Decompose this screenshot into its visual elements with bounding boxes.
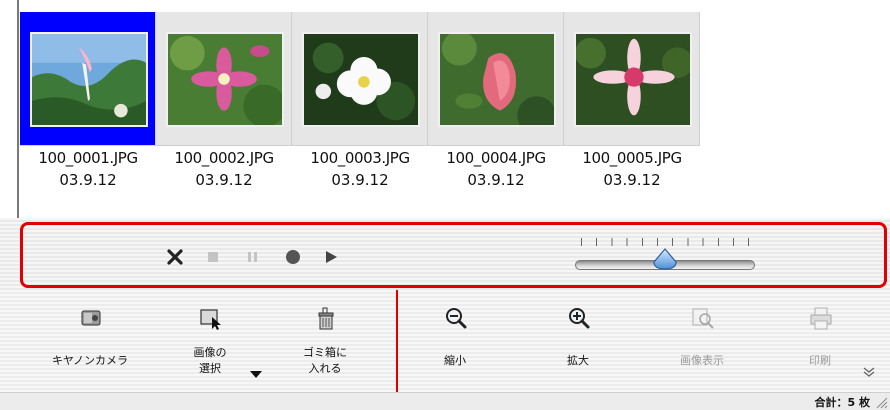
thumbnail-filename: 100_0003.JPG [310,149,410,167]
trash-button[interactable]: ゴミ箱に 入れる [275,295,375,387]
trash-icon [318,307,334,330]
print-label: 印刷 [809,354,831,367]
view-image-button[interactable]: 画像表示 [652,295,752,387]
thumbnail-item[interactable]: 100_0002.JPG 03.9.12 [156,12,292,194]
thumbnail-date: 03.9.12 [59,171,117,189]
more-chevron-icon[interactable] [862,364,876,378]
zoom-in-icon [569,308,590,329]
thumbnail-image[interactable] [302,32,420,127]
thumbnail-item[interactable]: 100_0003.JPG 03.9.12 [292,12,428,194]
zoom-in-button[interactable]: 拡大 [528,295,628,387]
chevron-down-icon[interactable] [250,371,262,378]
canon-camera-button[interactable]: キヤノンカメラ [40,295,140,387]
thumbnail-image[interactable] [438,32,556,127]
status-bar: 合計：5 枚 [0,392,890,410]
select-image-label-line1: 画像の [193,346,227,359]
total-count: 合計：5 枚 [814,396,870,409]
record-icon[interactable] [284,248,302,266]
thumbnail-filename: 100_0001.JPG [38,149,138,167]
select-image-label-line2: 選択 [199,362,221,375]
thumbnail-item[interactable]: 100_0005.JPG 03.9.12 [564,12,700,194]
thumbnail-filename: 100_0004.JPG [446,149,546,167]
select-image-icon [200,309,221,330]
thumbnail-browser: 100_0001.JPG 03.9.12 100_0002.JPG 03.9.1… [0,0,890,218]
browser-left-border [17,0,19,218]
playback-control-bar [0,218,890,290]
zoom-slider[interactable] [575,236,755,272]
thumbnail-filename: 100_0002.JPG [174,149,274,167]
play-icon[interactable] [322,248,340,266]
thumbnail-item[interactable]: 100_0004.JPG 03.9.12 [428,12,564,194]
thumbnail-image[interactable] [30,32,148,127]
trash-label-line1: ゴミ箱に [303,346,347,359]
pause-icon[interactable] [244,248,262,266]
canon-camera-label: キヤノンカメラ [51,354,129,367]
zoom-out-label: 縮小 [444,354,466,367]
zoom-out-icon [446,308,467,329]
view-image-icon [692,308,714,329]
zoom-in-label: 拡大 [567,354,589,367]
trash-label-line2: 入れる [308,362,342,375]
view-image-label: 画像表示 [680,354,724,367]
slider-ticks [581,238,749,246]
resize-grip-icon[interactable] [874,395,888,409]
thumbnail-date: 03.9.12 [331,171,389,189]
slider-knob[interactable] [652,248,678,270]
thumbnail-date: 03.9.12 [467,171,525,189]
stop-icon[interactable] [204,248,222,266]
print-icon [810,307,832,330]
thumbnail-image[interactable] [166,32,284,127]
print-button[interactable]: 印刷 [770,295,870,387]
thumbnail-filename: 100_0005.JPG [582,149,682,167]
thumbnail-date: 03.9.12 [195,171,253,189]
thumbnail-item[interactable]: 100_0001.JPG 03.9.12 [20,12,156,194]
close-x-icon[interactable] [166,248,184,266]
canon-camera-icon [81,310,101,326]
select-image-button[interactable]: 画像の 選択 [160,295,262,387]
thumbnail-date: 03.9.12 [603,171,661,189]
zoom-out-button[interactable]: 縮小 [405,295,505,387]
thumbnail-image[interactable] [574,32,692,127]
